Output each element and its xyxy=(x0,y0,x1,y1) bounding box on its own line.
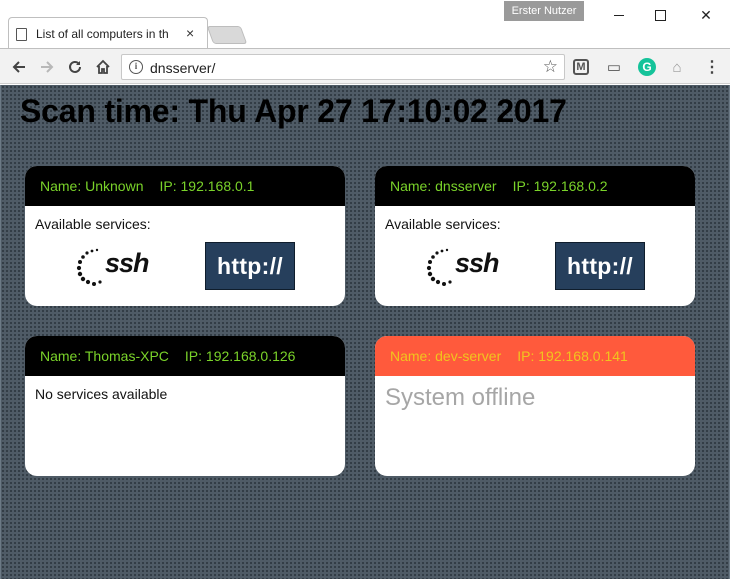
card-body: System offline xyxy=(375,376,695,422)
new-tab-button[interactable] xyxy=(206,26,248,44)
card-body: Available services: ssh http:// xyxy=(25,206,345,300)
minimize-button[interactable] xyxy=(597,0,641,30)
browser-titlebar: Erster Nutzer ✕ List of all computers in… xyxy=(0,0,730,48)
maximize-button[interactable] xyxy=(638,0,682,30)
computer-card: Name: dnsserver IP: 192.168.0.2 Availabl… xyxy=(375,166,695,306)
back-button[interactable] xyxy=(7,55,31,79)
ssh-dots-icon xyxy=(76,248,102,286)
ssh-service-link[interactable]: ssh xyxy=(425,242,515,290)
home-icon xyxy=(96,59,110,74)
pdf-extension-icon[interactable]: ⌂ xyxy=(668,58,686,76)
http-service-link[interactable]: http:// xyxy=(205,242,295,290)
offline-status-text: System offline xyxy=(385,384,536,411)
browser-toolbar: i dnsserver/ ☆ M ▭ G ⌂ ⋮ xyxy=(0,48,730,84)
ssh-label: ssh xyxy=(455,248,500,278)
address-bar[interactable]: i dnsserver/ ☆ xyxy=(121,54,565,80)
extension-m-icon[interactable]: M xyxy=(573,59,589,75)
computer-ip: IP: 192.168.0.1 xyxy=(159,178,255,194)
profile-badge[interactable]: Erster Nutzer xyxy=(504,1,584,21)
reload-button[interactable] xyxy=(63,55,87,79)
card-body: No services available xyxy=(25,376,345,412)
home-button[interactable] xyxy=(91,55,115,79)
card-header: Name: Thomas-XPC IP: 192.168.0.126 xyxy=(25,336,345,376)
computer-name: Name: Thomas-XPC xyxy=(40,348,169,364)
page-icon xyxy=(16,27,27,41)
card-header: Name: dev-server IP: 192.168.0.141 xyxy=(375,336,695,376)
url-text[interactable]: dnsserver/ xyxy=(150,60,215,76)
computer-ip: IP: 192.168.0.126 xyxy=(184,348,296,364)
computer-card: Name: Thomas-XPC IP: 192.168.0.126 No se… xyxy=(25,336,345,476)
services-label: Available services: xyxy=(35,216,151,232)
computer-ip: IP: 192.168.0.141 xyxy=(517,348,628,364)
page-viewport: Scan time: Thu Apr 27 17:10:02 2017 Name… xyxy=(0,85,730,579)
services-list: ssh http:// xyxy=(385,242,685,290)
reload-icon xyxy=(69,60,81,73)
ssh-service-link[interactable]: ssh xyxy=(75,242,165,290)
card-header: Name: Unknown IP: 192.168.0.1 xyxy=(25,166,345,206)
card-body: Available services: ssh http:// xyxy=(375,206,695,300)
forward-button[interactable] xyxy=(35,55,59,79)
no-services-text: No services available xyxy=(35,386,168,402)
computer-card: Name: Unknown IP: 192.168.0.1 Available … xyxy=(25,166,345,306)
tab-title: List of all computers in th xyxy=(36,27,169,41)
forward-arrow-icon xyxy=(41,61,54,73)
info-icon[interactable]: i xyxy=(129,60,143,74)
computer-name: Name: Unknown xyxy=(40,178,144,194)
card-header: Name: dnsserver IP: 192.168.0.2 xyxy=(375,166,695,206)
tab-close-icon[interactable]: × xyxy=(186,25,194,41)
back-arrow-icon xyxy=(12,61,25,73)
bookmark-star-icon[interactable]: ☆ xyxy=(543,57,558,77)
services-label: Available services: xyxy=(385,216,501,232)
ssh-dots-icon xyxy=(426,248,452,286)
http-service-link[interactable]: http:// xyxy=(555,242,645,290)
grammarly-icon[interactable]: G xyxy=(638,58,656,76)
computer-card-offline: Name: dev-server IP: 192.168.0.141 Syste… xyxy=(375,336,695,476)
computer-ip: IP: 192.168.0.2 xyxy=(512,178,608,194)
services-list: ssh http:// xyxy=(35,242,335,290)
computer-name: Name: dev-server xyxy=(390,348,502,364)
computer-name: Name: dnsserver xyxy=(390,178,497,194)
close-window-button[interactable]: ✕ xyxy=(684,0,728,30)
cast-icon[interactable]: ▭ xyxy=(605,58,623,76)
ssh-label: ssh xyxy=(105,248,150,278)
menu-kebab-icon[interactable]: ⋮ xyxy=(703,58,721,76)
page-title: Scan time: Thu Apr 27 17:10:02 2017 xyxy=(20,93,567,129)
tab-content[interactable]: List of all computers in th xyxy=(16,24,206,44)
